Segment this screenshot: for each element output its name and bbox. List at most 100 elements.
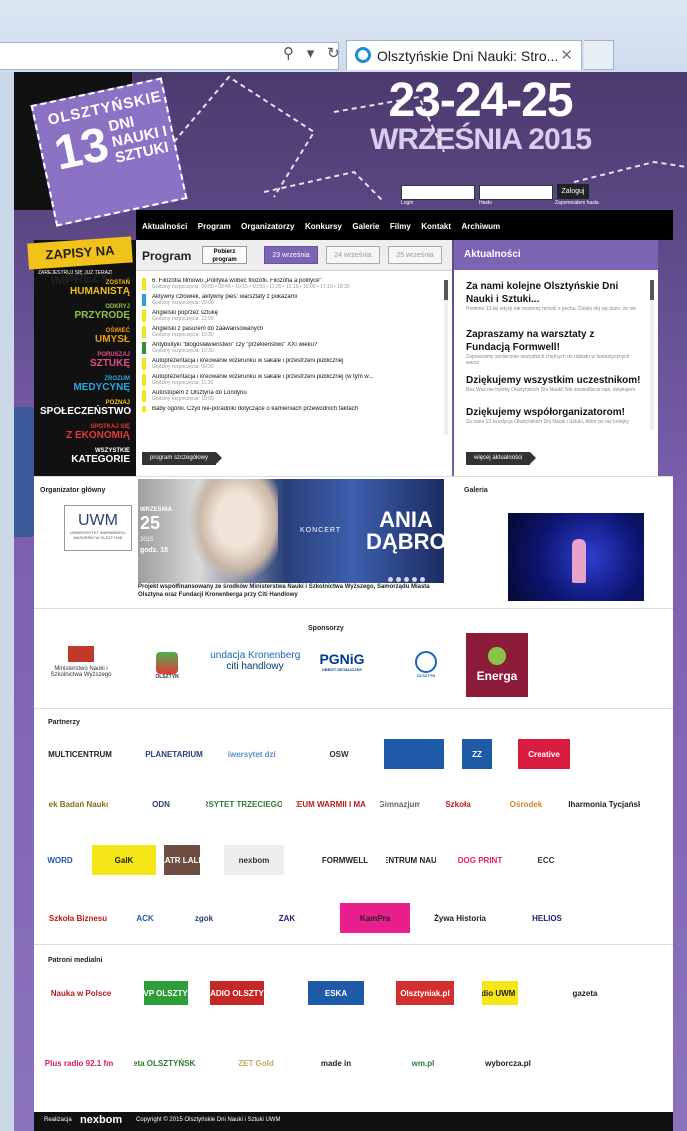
- category-humanities[interactable]: ZOSTAŃ HUMANISTĄ: [40, 280, 130, 297]
- partner-logo[interactable]: Szkoła Biznesu: [48, 903, 108, 933]
- uwm-logo[interactable]: UWM UNIWERSYTET WARMIŃSKO-MAZURSKI W OLS…: [64, 505, 132, 551]
- news-item[interactable]: Zapraszamy na warsztaty z Fundacją Formw…: [466, 328, 641, 366]
- partner-logo[interactable]: FORMWELL: [316, 845, 374, 875]
- news-item[interactable]: Dziękujemy współorganizatorom! Za nami 13…: [466, 406, 641, 425]
- new-tab-button[interactable]: [584, 40, 614, 70]
- partner-logo[interactable]: nexbom: [224, 845, 284, 875]
- nav-filmy[interactable]: Filmy: [390, 222, 411, 231]
- nav-organizatorzy[interactable]: Organizatorzy: [241, 222, 294, 231]
- partner-logo[interactable]: Szkoła: [438, 789, 478, 819]
- category-art[interactable]: PORUSZAJ SZTUKĘ: [40, 352, 130, 369]
- facebook-tab[interactable]: facebook: [14, 407, 34, 537]
- category-name: MEDYCYNĘ: [73, 382, 130, 393]
- event-item[interactable]: Angielski poprzez sztukę Godziny rozpoczę…: [142, 310, 444, 322]
- nav-konkursy[interactable]: Konkursy: [305, 222, 342, 231]
- news-scrollbar[interactable]: [650, 280, 654, 430]
- ministry-logo[interactable]: Ministerstwo Nauki i Szkolnictwa Wyższeg…: [42, 637, 120, 687]
- media-logo[interactable]: ZET Gold: [222, 1045, 290, 1081]
- partner-logo[interactable]: Filharmonia Tycjańska: [568, 789, 640, 819]
- nexbom-logo[interactable]: nexbom: [80, 1114, 122, 1126]
- download-program-button[interactable]: Pobierz program: [202, 246, 247, 264]
- partner-logo[interactable]: Ośrodek Badań Naukowych: [48, 789, 108, 819]
- media-logo[interactable]: made in: [304, 1045, 368, 1081]
- partner-logo[interactable]: Creative: [518, 739, 570, 769]
- partner-logo[interactable]: GaIK: [92, 845, 156, 875]
- nav-galerie[interactable]: Galerie: [352, 222, 379, 231]
- media-logo[interactable]: wm.pl: [386, 1045, 460, 1081]
- event-item[interactable]: Autoprezentacja i kreowanie wizerunku w …: [142, 374, 444, 386]
- partner-logo[interactable]: HELIOS: [516, 903, 578, 933]
- event-item[interactable]: Angielski z pasurem do zaawansowanych God…: [142, 326, 444, 338]
- event-item[interactable]: Autoprezentacja i kreowanie wizerunku w …: [142, 358, 444, 370]
- program-scrollbar[interactable]: [444, 280, 448, 435]
- partner-logo[interactable]: MULTICENTRUM: [48, 739, 112, 769]
- media-logo[interactable]: RADIO OLSZTYN: [210, 981, 264, 1005]
- event-item[interactable]: Aktywny człowiek, aktywny pies: warsztat…: [142, 294, 444, 306]
- partner-logo[interactable]: zgok: [172, 903, 236, 933]
- media-logo[interactable]: Nauka w Polsce: [40, 981, 122, 1005]
- partner-logo[interactable]: ODN: [132, 789, 190, 819]
- partner-logo[interactable]: CENTRUM NAUKI: [386, 845, 436, 875]
- media-logo[interactable]: gazeta: [554, 981, 616, 1005]
- olsztyn-seal-logo[interactable]: OLSZTYN: [406, 649, 446, 679]
- media-logo[interactable]: Olsztyniak.pl: [396, 981, 454, 1005]
- category-economy[interactable]: SPOTKAJ SIĘ Z EKONOMIĄ: [40, 424, 130, 441]
- gallery-image[interactable]: [508, 513, 644, 601]
- olsztyn-logo[interactable]: OLSZTYN: [136, 645, 198, 687]
- kronenberg-logo[interactable]: Fundacja Kronenbergaciti handlowy: [210, 641, 300, 681]
- address-bar-icons[interactable]: ⚲ ▾ ↻: [283, 44, 344, 62]
- nav-program[interactable]: Program: [198, 222, 231, 231]
- category-nature[interactable]: ODKRYJ PRZYRODĘ: [40, 304, 130, 321]
- partner-logo[interactable]: PLANETARIUM: [134, 739, 214, 769]
- media-logo[interactable]: Radio UWM FM: [482, 981, 518, 1005]
- banner-pager[interactable]: [388, 569, 428, 583]
- energa-logo[interactable]: Energa: [466, 633, 528, 697]
- partner-logo[interactable]: KamPra: [340, 903, 410, 933]
- category-mind[interactable]: OŚWIEĆ UMYSŁ: [40, 328, 130, 345]
- partner-logo[interactable]: ECC: [516, 845, 576, 875]
- event-item[interactable]: Antybiotyki "błogosławieństwo" czy "prze…: [142, 342, 444, 354]
- event-item[interactable]: Baby ogórki. Czyli nie-poradniki dotyczą…: [142, 406, 444, 412]
- news-item[interactable]: Za nami kolejne Olsztyńskie Dni Nauki i …: [466, 280, 641, 312]
- partner-logo[interactable]: dobrenauki: [384, 739, 444, 769]
- media-logo[interactable]: TVP OLSZTYN: [144, 981, 188, 1005]
- footer-copyright: Copyright © 2015 Olsztyńskie Dni Nauki i…: [136, 1117, 281, 1123]
- media-logo[interactable]: ESKA: [308, 981, 364, 1005]
- day-tab-23[interactable]: 23 września: [264, 246, 318, 264]
- category-medicine[interactable]: ZROZUM MEDYCYNĘ: [40, 376, 130, 393]
- partner-logo[interactable]: Żywa Historia: [430, 903, 490, 933]
- browser-tab[interactable]: Olsztyńskie Dni Nauki: Stro... ✕: [346, 40, 582, 70]
- event-item[interactable]: Autostopem z Olsztyna do Londynu Godziny …: [142, 390, 444, 402]
- partner-logo[interactable]: ZZ: [462, 739, 492, 769]
- partner-logo[interactable]: UNIWERSYTET TRZECIEGO WIEKU: [206, 789, 282, 819]
- signup-banner[interactable]: ZAPISY NA IMPREZY!: [27, 236, 133, 288]
- partner-logo[interactable]: TEATR LALEK: [164, 845, 200, 875]
- day-tab-25[interactable]: 25 września: [388, 246, 442, 264]
- event-item[interactable]: 6. Filozofia filmowo „Polityka wobec fil…: [142, 278, 444, 290]
- category-society[interactable]: POZNAJ SPOŁECZEŃSTWO: [40, 400, 131, 417]
- nav-archiwum[interactable]: Archiwum: [462, 222, 501, 231]
- partner-logo[interactable]: Uniwersytet dzieci: [228, 739, 276, 769]
- partner-logo[interactable]: WORD: [38, 845, 82, 875]
- concert-banner[interactable]: WRZEŚNIA 25 2015 godz. 18 KONCERT ANIA D…: [138, 479, 444, 583]
- partner-logo[interactable]: ACK: [132, 903, 158, 933]
- nav-kontakt[interactable]: Kontakt: [421, 222, 451, 231]
- partner-logo[interactable]: DOG PRINT: [454, 845, 506, 875]
- news-item[interactable]: Dziękujemy wszystkim uczestnikom! Bez Was…: [466, 374, 641, 393]
- sponsors-label: Sponsorzy: [308, 625, 344, 632]
- program-detail-button[interactable]: program szczegółowy: [142, 452, 223, 465]
- media-logo[interactable]: wyborcza.pl: [478, 1045, 538, 1081]
- partner-logo[interactable]: ZAK: [258, 903, 316, 933]
- day-tab-24[interactable]: 24 września: [326, 246, 380, 264]
- category-all[interactable]: WSZYSTKIE KATEGORIE: [40, 448, 130, 465]
- partner-logo[interactable]: OSW: [314, 739, 364, 769]
- partner-logo[interactable]: Ośrodek: [506, 789, 546, 819]
- nav-aktualnosci[interactable]: Aktualności: [142, 222, 187, 231]
- media-logo[interactable]: Plus radio 92.1 fm: [44, 1045, 114, 1081]
- pgnig-logo[interactable]: PGNiG OBRÓT DETALICZNY: [310, 641, 374, 681]
- more-news-button[interactable]: więcej aktualności: [466, 452, 537, 465]
- media-logo[interactable]: gazeta OLSZTYŃSKA.pl: [134, 1045, 196, 1081]
- partner-logo[interactable]: Gimnazjum: [380, 789, 420, 819]
- close-tab-icon[interactable]: ✕: [560, 46, 573, 64]
- partner-logo[interactable]: MUZEUM WARMII I MAZUR: [296, 789, 366, 819]
